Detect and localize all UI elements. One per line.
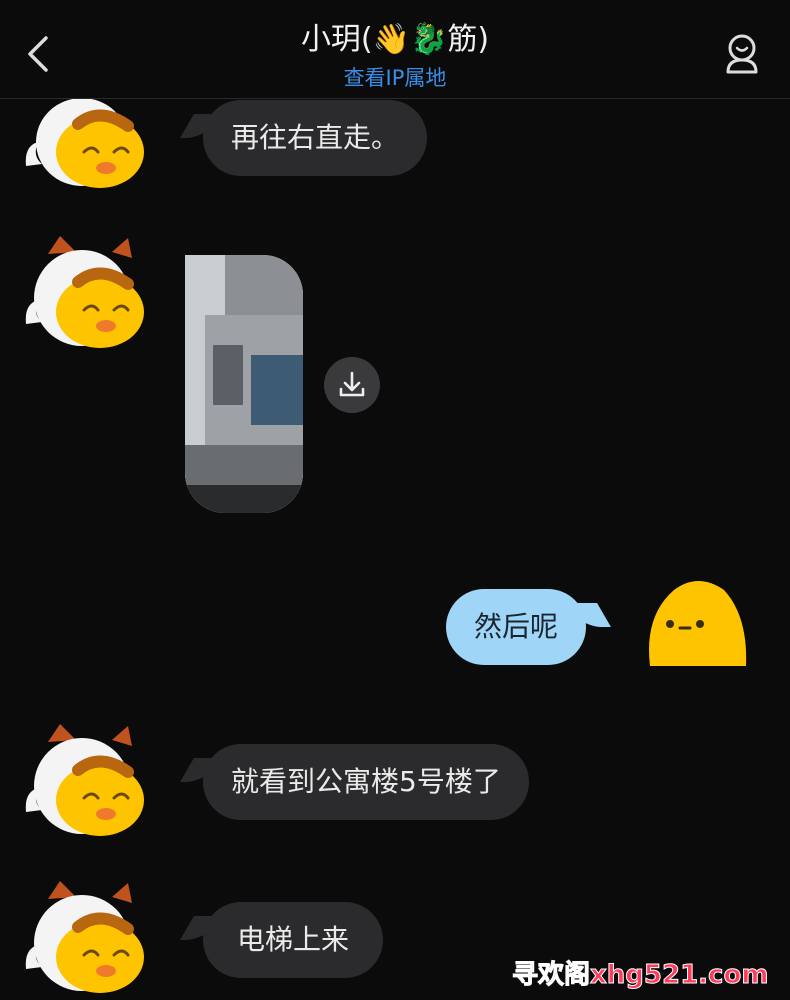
- site-watermark: 寻欢阁xhg521.com: [511, 960, 769, 991]
- download-icon: [339, 371, 365, 397]
- contact-avatar[interactable]: [22, 720, 152, 840]
- chat-title: 小玥(👋🐉筋): [300, 22, 490, 57]
- message-bubble-incoming[interactable]: 电梯上来: [203, 902, 384, 978]
- message-text: 电梯上来: [237, 923, 350, 956]
- message-text: 然后呢: [474, 610, 559, 643]
- download-button[interactable]: [324, 357, 380, 413]
- contact-avatar[interactable]: [22, 877, 152, 997]
- chat-header: 小玥(👋🐉筋) 查看IP属地: [0, 0, 790, 99]
- message-text: 再往右直走。: [231, 121, 400, 154]
- message-text: 就看到公寓楼5号楼了: [231, 765, 501, 798]
- message-bubble-incoming[interactable]: 就看到公寓楼5号楼了: [203, 744, 529, 820]
- message-image[interactable]: [185, 255, 303, 513]
- message-bubble-outgoing[interactable]: 然后呢: [446, 589, 587, 665]
- building-photo: [185, 255, 303, 513]
- user-profile-icon[interactable]: [718, 28, 766, 76]
- view-ip-location-link[interactable]: 查看IP属地: [0, 62, 790, 92]
- message-bubble-incoming[interactable]: 再往右直走。: [203, 100, 428, 176]
- contact-avatar[interactable]: [22, 232, 152, 352]
- my-avatar[interactable]: [644, 576, 750, 676]
